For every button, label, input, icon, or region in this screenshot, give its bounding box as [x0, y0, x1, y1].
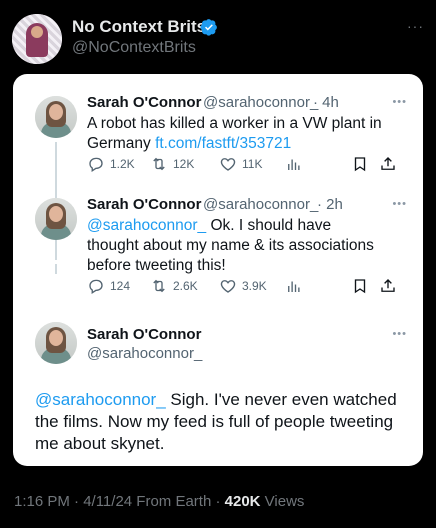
avatar[interactable] [35, 198, 77, 240]
tweet-header: No Context Brits @NoContextBrits ··· [12, 14, 424, 64]
handle[interactable]: @NoContextBrits [72, 39, 196, 57]
analytics-icon [288, 281, 300, 292]
views-count: 420K [224, 493, 261, 510]
more-options-icon[interactable]: ••• [392, 198, 407, 210]
display-name[interactable]: No Context Brits [72, 17, 206, 37]
reply-count: 1.2K [110, 157, 135, 171]
author-handle[interactable]: @sarahoconnor_ [87, 345, 202, 362]
reply-icon [89, 279, 103, 295]
tweet-link[interactable]: ft.com/fastft/353721 [155, 135, 291, 152]
retweet-icon [153, 157, 165, 171]
reply-button[interactable]: 124 [87, 277, 130, 295]
more-options-icon[interactable]: ••• [392, 96, 407, 108]
author-name[interactable]: Sarah O'Connor [87, 94, 201, 111]
share-icon [381, 157, 395, 170]
analytics-icon [288, 159, 300, 170]
author-handle[interactable]: @sarahoconnor_ [203, 196, 318, 213]
author-name[interactable]: Sarah O'Connor [87, 196, 201, 213]
mention-link[interactable]: @sarahoconnor_ [87, 217, 206, 234]
timestamp[interactable]: 1:16 PM · 4/11/24 From Earth · [14, 493, 225, 510]
verified-badge-icon [200, 19, 217, 36]
like-count: 11K [242, 157, 263, 171]
tweet-text: A robot has killed a worker in a VW plan… [87, 114, 387, 154]
retweet-button[interactable]: 12K [150, 155, 194, 173]
share-icon [381, 279, 395, 292]
reply-icon [89, 157, 103, 173]
embedded-screenshot: Sarah O'Connor @sarahoconnor_ · 4h ••• A… [13, 74, 423, 466]
tweet-actions: 1.2K 12K 11K [87, 155, 407, 173]
reply-button[interactable]: 1.2K [87, 155, 135, 173]
bookmark-icon [354, 279, 366, 294]
bookmark-button[interactable] [351, 155, 369, 173]
tweet-time[interactable]: · 2h [317, 196, 343, 213]
avatar[interactable] [35, 96, 77, 138]
tweet-text: @sarahoconnor_ Ok. I should have thought… [87, 216, 387, 276]
retweet-count: 2.6K [173, 279, 198, 293]
thread-line [55, 264, 57, 274]
author-handle[interactable]: @sarahoconnor_ [203, 94, 318, 111]
retweet-count: 12K [173, 157, 195, 171]
author-name[interactable]: Sarah O'Connor [87, 326, 201, 343]
views-button[interactable] [285, 277, 303, 295]
tweet-actions: 124 2.6K 3.9K [87, 277, 407, 295]
like-button[interactable]: 11K [219, 155, 262, 173]
tweet-time[interactable]: · 4h [313, 94, 339, 111]
bookmark-icon [354, 157, 366, 172]
tweet-meta: 1:16 PM · 4/11/24 From Earth · 420K View… [14, 493, 304, 510]
retweet-button[interactable]: 2.6K [150, 277, 198, 295]
share-button[interactable] [379, 155, 397, 173]
share-button[interactable] [379, 277, 397, 295]
mention-link[interactable]: @sarahoconnor_ [35, 390, 166, 409]
more-options-icon[interactable]: ••• [392, 328, 407, 340]
retweet-icon [153, 279, 165, 293]
heart-icon [220, 158, 236, 171]
more-options-icon[interactable]: ··· [407, 18, 424, 34]
profile-avatar[interactable] [12, 14, 62, 64]
like-button[interactable]: 3.9K [219, 277, 267, 295]
reply-count: 124 [110, 279, 131, 293]
views-label: Views [260, 493, 305, 510]
like-count: 3.9K [242, 279, 267, 293]
tweet-text: @sarahoconnor_ Sigh. I've never even wat… [35, 389, 405, 455]
views-button[interactable] [285, 155, 303, 173]
heart-icon [220, 280, 236, 293]
bookmark-button[interactable] [351, 277, 369, 295]
avatar[interactable] [35, 322, 77, 364]
